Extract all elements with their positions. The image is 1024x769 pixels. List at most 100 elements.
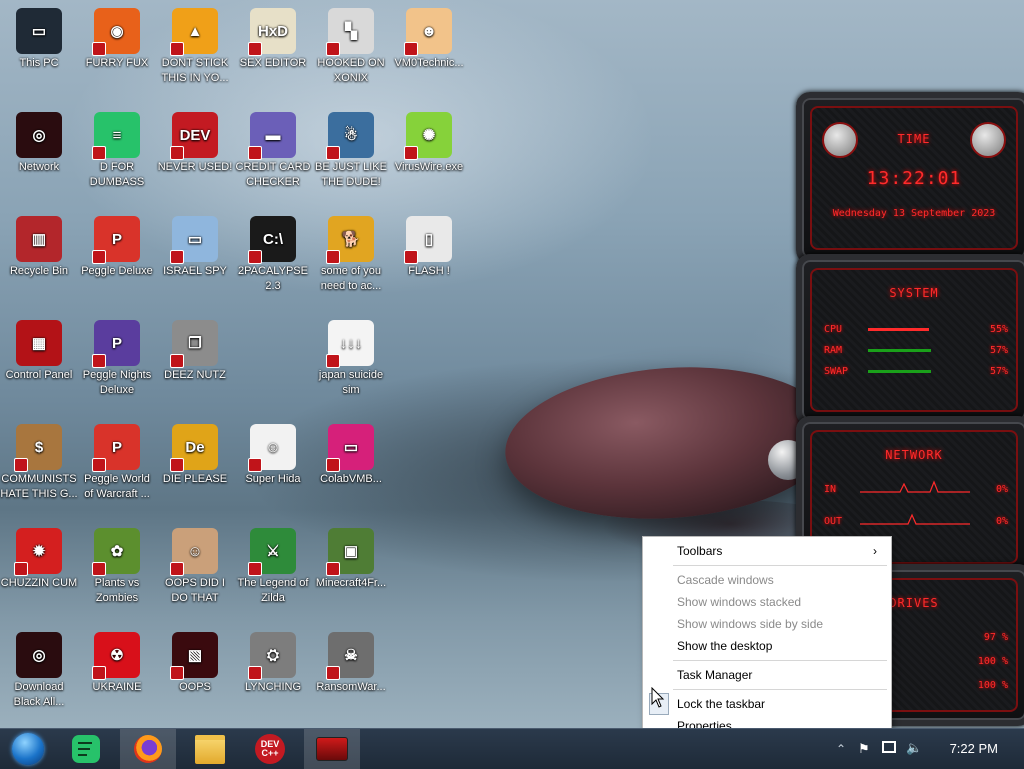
desktop-icon[interactable]: 🐕 some of you need to ac... <box>312 212 390 294</box>
desktop-icon[interactable]: ✺ VirusWire.exe <box>390 108 468 175</box>
taskbar-context-menu: Toolbars › Cascade windows Show windows … <box>642 536 892 740</box>
menu-item-cascade-windows[interactable]: Cascade windows <box>677 570 885 590</box>
desktop-icon[interactable]: ◎ Network <box>0 108 78 175</box>
desktop-icon[interactable]: ▭ ColabVMB... <box>312 420 390 487</box>
app-icon: ▥ <box>16 216 62 262</box>
desktop-icon[interactable]: P Peggle Nights Deluxe <box>78 316 156 398</box>
desktop-icon[interactable]: ▭ This PC <box>0 4 78 71</box>
desktop-icon[interactable]: De DIE PLEASE <box>156 420 234 487</box>
desktop-icon[interactable]: ☺ Super Hida <box>234 420 312 487</box>
app-icon: P <box>92 320 140 368</box>
app-icon: C:\ <box>248 216 296 264</box>
desktop-icon[interactable]: ▲ DONT STICK THIS IN YO... <box>156 4 234 86</box>
desktop-icon[interactable]: ≡ D FOR DUMBASS <box>78 108 156 190</box>
desktop-icon[interactable]: DEV NEVER USED! <box>156 108 234 175</box>
app-icon: $ <box>14 424 62 472</box>
app-icon: De <box>170 424 218 472</box>
desktop-icon[interactable]: HxD SEX EDITOR <box>234 4 312 71</box>
desktop-icon[interactable]: ☻ VM0Technic... <box>390 4 468 71</box>
drive-1-value: 97 % <box>983 632 1008 643</box>
app-icon: ◎ <box>16 112 62 158</box>
shortcut-arrow-icon <box>92 250 106 264</box>
desktop-icon-label: HOOKED ON XONIX <box>317 57 385 84</box>
taskbar-app-file-explorer[interactable] <box>182 729 238 769</box>
desktop-icon[interactable]: ☃ BE JUST LIKE THE DUDE! <box>312 108 390 190</box>
system-row-value: 57% <box>989 366 1008 377</box>
desktop-icon[interactable]: ▯ FLASH ! <box>390 212 468 279</box>
menu-item-side-by-side[interactable]: Show windows side by side <box>677 614 885 634</box>
shortcut-arrow-icon <box>92 42 106 56</box>
desktop-icon-label: ISRAEL SPY <box>163 265 227 277</box>
desktop-icon[interactable]: P Peggle Deluxe <box>78 212 156 279</box>
desktop-icon[interactable]: ☠ RansomWar... <box>312 628 390 695</box>
desktop-icon[interactable]: ◉ FURRY FUX <box>78 4 156 71</box>
app-icon: 🐕 <box>326 216 374 264</box>
shortcut-arrow-icon <box>248 146 262 160</box>
desktop-icon[interactable]: ☢ UKRAINE <box>78 628 156 695</box>
menu-item-lock-taskbar[interactable]: Lock the taskbar <box>677 694 885 714</box>
taskbar-app-firefox[interactable] <box>120 729 176 769</box>
shortcut-arrow-icon <box>326 458 340 472</box>
system-row-bar <box>868 370 931 373</box>
menu-item-show-desktop[interactable]: Show the desktop <box>677 636 885 656</box>
desktop-icon[interactable]: ▧ OOPS <box>156 628 234 695</box>
app-icon: ✹ <box>14 528 62 576</box>
desktop-icon[interactable]: P Peggle World of Warcraft ... <box>78 420 156 502</box>
desktop-icon[interactable]: ✿ Plants vs Zombies <box>78 524 156 606</box>
network-tray-icon[interactable] <box>882 741 896 753</box>
desktop-icon[interactable]: ❐ DEEZ NUTZ <box>156 316 234 383</box>
desktop-icon[interactable]: ☺ OOPS DID I DO THAT <box>156 524 234 606</box>
desktop-icon[interactable]: ▬ CREDIT CARD CHECKER <box>234 108 312 190</box>
desktop-icon[interactable]: C:\ 2PACALYPSE 2.3 <box>234 212 312 294</box>
desktop-icon-label: 2PACALYPSE 2.3 <box>238 265 308 292</box>
shortcut-arrow-icon <box>248 42 262 56</box>
desktop-icon[interactable]: ↓↓↓ japan suicide sim <box>312 316 390 398</box>
volume-icon[interactable]: 🔈 <box>906 740 922 756</box>
menu-separator <box>673 660 887 661</box>
desktop-icon[interactable]: $ COMMUNISTS HATE THIS G... <box>0 420 78 502</box>
green-app-icon <box>72 735 100 763</box>
menu-item-toolbars[interactable]: Toolbars › <box>677 541 885 561</box>
action-center-flag-icon[interactable]: ⚑ <box>858 741 870 757</box>
shortcut-arrow-icon <box>248 562 262 576</box>
system-row-value: 57% <box>989 345 1008 356</box>
network-in-label: IN <box>824 484 837 495</box>
shortcut-arrow-icon <box>326 562 340 576</box>
desktop-icon-label: Minecraft4Fr... <box>315 577 387 589</box>
start-button[interactable] <box>0 729 56 769</box>
shortcut-arrow-icon <box>92 354 106 368</box>
desktop-icon[interactable]: ▣ Minecraft4Fr... <box>312 524 390 591</box>
desktop-icon-label: ColabVMB... <box>320 473 382 485</box>
desktop-icon-label: OOPS DID I DO THAT <box>165 577 225 604</box>
network-in-value: 0% <box>995 484 1008 495</box>
desktop-icon[interactable]: ▥ Recycle Bin <box>0 212 78 279</box>
taskbar-app-devcpp[interactable]: DEV C++ <box>242 729 298 769</box>
tray-clock[interactable]: 7:22 PM <box>950 741 998 756</box>
taskbar-app-green[interactable] <box>58 729 114 769</box>
desktop-icon-label: OOPS <box>179 681 211 693</box>
desktop-icon-label: LYNCHING <box>244 681 302 693</box>
desktop-icon[interactable]: ◎ Download Black All... <box>0 628 78 710</box>
red-app-icon <box>316 737 348 761</box>
menu-item-show-stacked[interactable]: Show windows stacked <box>677 592 885 612</box>
desktop-icon[interactable]: ✹ CHUZZIN CUM <box>0 524 78 591</box>
desktop-icon-label: BE JUST LIKE THE DUDE! <box>315 161 387 188</box>
show-hidden-icons-icon[interactable]: ⌃ <box>836 742 846 756</box>
menu-item-task-manager[interactable]: Task Manager <box>677 665 885 685</box>
shortcut-arrow-icon <box>248 458 262 472</box>
desktop-icon[interactable]: ▚ HOOKED ON XONIX <box>312 4 390 86</box>
desktop-icon-label: Plants vs Zombies <box>94 577 140 604</box>
menu-separator <box>673 565 887 566</box>
shortcut-arrow-icon <box>92 562 106 576</box>
desktop-icon[interactable]: ▦ Control Panel <box>0 316 78 383</box>
time-gadget: TIME 13:22:01 Wednesday 13 September 202… <box>796 92 1024 264</box>
app-icon: ▭ <box>16 8 62 54</box>
desktop-icon[interactable]: ⛭ LYNCHING <box>234 628 312 695</box>
desktop-icon-label: FLASH ! <box>408 265 450 277</box>
desktop-icon-label: japan suicide sim <box>318 369 384 396</box>
desktop-icon[interactable]: ▭ ISRAEL SPY <box>156 212 234 279</box>
taskbar-app-red[interactable] <box>304 729 360 769</box>
desktop-icon[interactable]: ⚔ The Legend of Zilda <box>234 524 312 606</box>
time-panel-title: TIME <box>897 132 931 146</box>
desktop-icon-label: D FOR DUMBASS <box>89 161 145 188</box>
